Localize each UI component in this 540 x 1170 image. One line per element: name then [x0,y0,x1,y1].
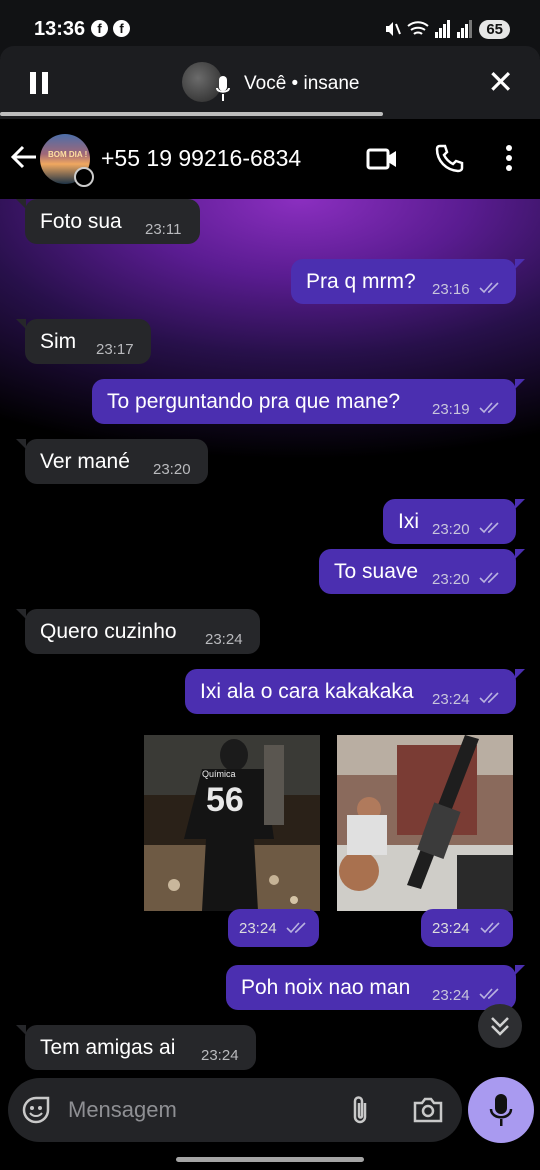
status-time: 13:36 [34,18,86,40]
microphone-icon [216,76,230,101]
message-time: 23:20 [153,461,191,478]
message-input[interactable] [68,1094,328,1126]
photo-time-badge: 23:24 [228,909,319,947]
message-text: Ver mané [40,450,130,473]
photo-attachment[interactable]: Química 56 [144,735,320,911]
message-text: To suave [334,560,419,583]
signal-icon [435,20,451,38]
home-indicator[interactable] [176,1157,364,1162]
ongoing-call-bar[interactable]: Você • insane ✕ [0,46,540,119]
message-outgoing[interactable]: Pra q mrm? 23:16 [291,259,525,304]
message-incoming[interactable]: Foto sua 23:11 [16,199,200,244]
battery-indicator: 65 [479,19,510,39]
message-outgoing[interactable]: To suave 23:20 [319,549,525,594]
message-outgoing[interactable]: To perguntando pra que mane? 23:19 [92,379,525,424]
message-incoming[interactable]: Ver mané 23:20 [16,439,208,484]
chevron-double-down-icon [491,1017,509,1036]
more-options-icon[interactable] [498,143,520,173]
pause-icon[interactable] [29,72,49,94]
microphone-icon [489,1094,513,1126]
read-receipt-icon [479,692,499,704]
message-text: Pra q mrm? [306,270,416,293]
shirt-number: 56 [206,781,244,819]
message-text: Poh noix nao man [241,976,411,999]
status-timer-icon [74,167,94,187]
message-list[interactable]: Foto sua 23:11 Pra q mrm? 23:16 Sim 23:1… [0,199,540,1170]
avatar-text: BOM DIA ! [48,150,88,159]
message-time: 23:20 [432,521,470,538]
message-incoming[interactable]: Quero cuzinho 23:24 [16,609,260,654]
message-time: 23:24 [432,987,470,1004]
chat-header: BOM DIA ! +55 19 99216-6834 [0,119,540,199]
message-text: Tem amigas ai [40,1036,176,1059]
message-time: 23:16 [432,281,470,298]
message-text: Quero cuzinho [40,620,177,643]
contact-name[interactable]: +55 19 99216-6834 [101,145,301,172]
close-icon[interactable]: ✕ [487,66,514,98]
message-time: 23:24 [239,920,277,937]
scroll-to-bottom-button[interactable] [478,1004,522,1048]
read-receipt-icon [479,522,499,534]
voice-call-icon[interactable] [434,143,464,173]
voice-message-button[interactable] [468,1077,534,1143]
photo-attachment[interactable] [337,735,513,911]
signal-icon [457,20,473,38]
message-outgoing[interactable]: Poh noix nao man 23:24 [226,965,525,1010]
read-receipt-icon [479,282,499,294]
message-time: 23:11 [145,221,182,238]
camera-icon[interactable] [412,1096,444,1124]
message-time: 23:20 [432,571,470,588]
read-receipt-icon [286,922,306,934]
message-text: Ixi ala o cara kakakaka [200,680,414,703]
message-outgoing[interactable]: Ixi ala o cara kakakaka 23:24 [185,669,525,714]
facebook-icon: f [91,20,108,37]
call-label: Você • insane [244,73,360,94]
status-icons: 65 [383,18,510,40]
message-incoming[interactable]: Tem amigas ai 23:24 [16,1025,256,1070]
message-time: 23:24 [432,920,470,937]
message-time: 23:17 [96,341,134,358]
read-receipt-icon [479,402,499,414]
video-call-icon[interactable] [366,147,398,171]
message-text: Foto sua [40,210,122,233]
facebook-icon: f [113,20,130,37]
message-text: Ixi [398,510,419,533]
message-composer [8,1078,462,1142]
message-time: 23:24 [432,691,470,708]
message-incoming[interactable]: Sim 23:17 [16,319,151,364]
shirt-text: Química [202,769,236,779]
message-outgoing[interactable]: Ixi 23:20 [383,499,525,544]
photo-image: Química 56 [144,735,320,911]
mute-icon [386,22,402,36]
call-progress-bar [0,112,384,116]
message-time: 23:24 [201,1047,239,1064]
back-arrow-icon[interactable] [10,143,38,171]
wifi-icon [407,21,429,35]
message-time: 23:24 [205,631,243,648]
attachment-icon[interactable] [348,1094,372,1126]
photo-image [337,735,513,911]
read-receipt-icon [479,572,499,584]
photo-time-badge: 23:24 [421,909,513,947]
message-time: 23:19 [432,401,470,418]
read-receipt-icon [479,988,499,1000]
message-text: To perguntando pra que mane? [107,390,401,413]
sticker-icon[interactable] [22,1096,50,1124]
read-receipt-icon [480,922,500,934]
message-text: Sim [40,330,77,353]
